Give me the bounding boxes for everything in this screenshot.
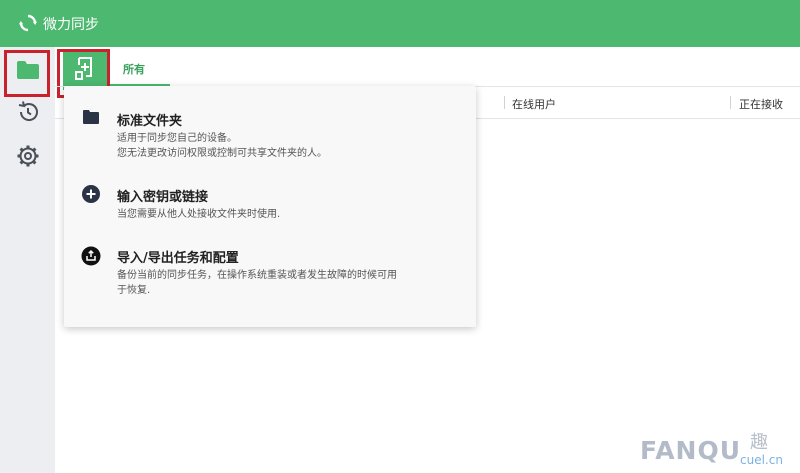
highlight-box xyxy=(4,50,50,97)
app-title: 微力同步 xyxy=(43,17,99,33)
menu-item-standard-folder[interactable]: 标准文件夹 适用于同步您自己的设备。 您无法更改访问权限或控制可共享文件夹的人。 xyxy=(64,86,476,168)
menu-item-title: 导入/导出任务和配置 xyxy=(117,251,239,266)
watermark-cn: 趣 xyxy=(750,432,768,453)
export-icon xyxy=(81,246,101,266)
column-online-users[interactable]: 在线用户 xyxy=(512,96,556,112)
menu-item-import-export[interactable]: 导入/导出任务和配置 备份当前的同步任务，在操作系统重装或者发生故障的时候可用 … xyxy=(64,230,476,310)
column-receiving[interactable]: 正在接收 xyxy=(739,96,783,112)
menu-item-title: 标准文件夹 xyxy=(117,114,183,129)
history-icon xyxy=(16,100,40,128)
menu-item-desc: 适用于同步您自己的设备。 您无法更改访问权限或控制可共享文件夹的人。 xyxy=(117,131,462,161)
gear-icon xyxy=(16,144,40,172)
sync-logo-icon xyxy=(18,13,38,33)
column-divider xyxy=(504,96,505,109)
title-bar: 微力同步 xyxy=(0,0,800,47)
column-divider xyxy=(730,96,731,109)
desc-line: 备份当前的同步任务，在操作系统重装或者发生故障的时候可用 xyxy=(117,270,397,281)
sidebar xyxy=(0,47,55,473)
watermark-text: FANQU xyxy=(640,436,742,465)
desc-line: 于恢复. xyxy=(117,285,151,296)
sidebar-item-settings[interactable] xyxy=(6,136,50,180)
watermark: FANQU 趣 cuel.cn xyxy=(640,430,800,473)
folder-icon xyxy=(81,107,101,127)
plus-circle-icon xyxy=(81,184,101,204)
menu-item-desc: 当您需要从他人处接收文件夹时使用. xyxy=(117,207,462,222)
desc-line: 当您需要从他人处接收文件夹时使用. xyxy=(117,209,281,220)
menu-item-enter-key[interactable]: 输入密钥或链接 当您需要从他人处接收文件夹时使用. xyxy=(64,170,476,228)
add-folder-menu: 标准文件夹 适用于同步您自己的设备。 您无法更改访问权限或控制可共享文件夹的人。… xyxy=(64,86,476,327)
menu-item-title: 输入密钥或链接 xyxy=(117,190,209,205)
desc-line: 您无法更改访问权限或控制可共享文件夹的人。 xyxy=(117,148,327,159)
tab-all[interactable]: 所有 xyxy=(123,61,145,77)
menu-item-desc: 备份当前的同步任务，在操作系统重装或者发生故障的时候可用 于恢复. xyxy=(117,268,462,298)
sidebar-item-history[interactable] xyxy=(6,92,50,136)
desc-line: 适用于同步您自己的设备。 xyxy=(117,133,237,144)
watermark-sub: cuel.cn xyxy=(740,453,783,467)
